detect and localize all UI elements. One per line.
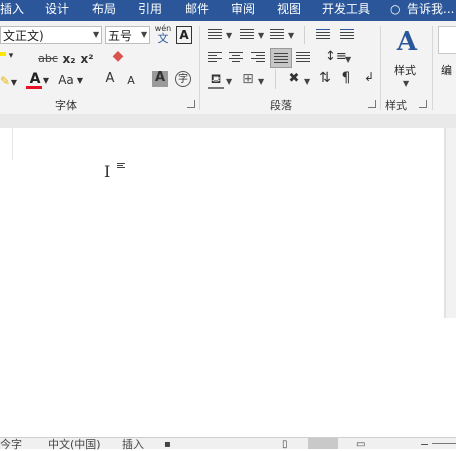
- read-mode-icon[interactable]: ▯: [282, 439, 288, 450]
- change-case-button[interactable]: Aa: [57, 73, 75, 87]
- enclose-character-button[interactable]: A: [176, 26, 192, 44]
- show-marks-icon[interactable]: ¶: [340, 71, 352, 85]
- group-separator: [199, 26, 200, 110]
- bullets-icon[interactable]: [208, 29, 222, 41]
- insert-mode-status[interactable]: 插入: [122, 439, 144, 450]
- chevron-down-icon[interactable]: ▼: [258, 31, 264, 40]
- numbering-icon[interactable]: [240, 29, 254, 41]
- text-cursor-icon: I: [104, 162, 111, 181]
- tab-design[interactable]: 设计: [45, 0, 69, 21]
- editing-button-label[interactable]: 编: [441, 62, 452, 78]
- group-separator: [432, 26, 433, 110]
- styles-icon[interactable]: A: [392, 26, 422, 60]
- tab-review[interactable]: 审阅: [231, 0, 255, 21]
- document-canvas[interactable]: [0, 128, 456, 438]
- distributed-icon[interactable]: [296, 52, 310, 64]
- font-color-bar: [26, 86, 42, 89]
- chevron-down-icon[interactable]: ▼: [345, 55, 351, 64]
- language-status[interactable]: 中文(中国): [48, 439, 101, 450]
- zoom-out-icon[interactable]: −: [420, 439, 429, 450]
- tab-view[interactable]: 视图: [277, 0, 301, 21]
- font-color-button[interactable]: A: [28, 72, 42, 86]
- chevron-down-icon[interactable]: ▼: [42, 74, 50, 88]
- zoom-slider[interactable]: [432, 443, 456, 444]
- enclose-char-button[interactable]: 字: [175, 71, 191, 87]
- ruler-gap: [0, 114, 456, 128]
- tab-references[interactable]: 引用: [138, 0, 162, 21]
- group-label-styles: 样式: [385, 99, 407, 112]
- justify-button[interactable]: [270, 48, 292, 68]
- chevron-down-icon[interactable]: ▼: [10, 76, 18, 90]
- subscript-button[interactable]: x₂: [62, 52, 76, 66]
- status-bar: 今字 中文(中国) 插入 ▪ ▯ ▭ −: [0, 437, 456, 450]
- line-spacing-icon[interactable]: ↕≡: [325, 50, 347, 64]
- chevron-down-icon[interactable]: ▼: [76, 74, 84, 88]
- phonetic-guide-button[interactable]: wén 文: [154, 24, 172, 45]
- shading-bucket-icon[interactable]: ⛾: [208, 73, 224, 87]
- align-right-icon[interactable]: [251, 52, 265, 64]
- chevron-down-icon[interactable]: ▼: [304, 77, 310, 86]
- chevron-down-icon[interactable]: ▼: [226, 31, 232, 40]
- tell-me-box[interactable]: 告诉我...: [407, 0, 454, 21]
- align-left-icon[interactable]: [208, 52, 222, 64]
- superscript-button[interactable]: x²: [80, 52, 94, 66]
- page-margin-mark: [12, 128, 13, 160]
- justify-icon: [274, 53, 288, 65]
- font-dialog-launcher[interactable]: [187, 100, 195, 108]
- increase-indent-icon[interactable]: [340, 29, 354, 41]
- chevron-down-icon[interactable]: ▼: [403, 79, 409, 88]
- lightbulb-icon: ○: [390, 2, 401, 16]
- decrease-indent-icon[interactable]: [316, 29, 330, 41]
- character-shading-button[interactable]: A: [152, 71, 168, 87]
- vertical-scroll-area[interactable]: [446, 128, 456, 318]
- multilevel-list-icon[interactable]: [270, 29, 284, 41]
- tab-layout[interactable]: 布局: [92, 0, 116, 21]
- group-label-font: 字体: [55, 99, 77, 112]
- styles-button-label[interactable]: 样式: [394, 62, 416, 78]
- paragraph-align-marker-icon: [117, 163, 125, 169]
- phonetic-label-bottom: 文: [157, 32, 169, 45]
- strikethrough-button[interactable]: abc: [35, 52, 61, 66]
- shrink-font-button[interactable]: A: [124, 74, 138, 88]
- tab-insert[interactable]: 插入: [0, 0, 24, 21]
- chevron-down-icon[interactable]: ▾: [6, 49, 16, 63]
- chevron-down-icon[interactable]: ▼: [93, 30, 99, 39]
- tab-developer[interactable]: 开发工具: [322, 0, 370, 21]
- word-count[interactable]: 今字: [0, 439, 22, 450]
- web-layout-icon[interactable]: ▭: [356, 439, 365, 450]
- group-separator: [380, 26, 381, 110]
- print-layout-button[interactable]: [308, 438, 338, 449]
- font-name-box[interactable]: 文正文): [0, 26, 102, 44]
- menu-bar: 插入 设计 布局 引用 邮件 审阅 视图 开发工具 ○ 告诉我...: [0, 0, 456, 21]
- eraser-icon[interactable]: ◆: [110, 49, 126, 63]
- find-icon[interactable]: [438, 26, 456, 54]
- align-center-icon[interactable]: [229, 52, 243, 64]
- highlight-pen-icon[interactable]: ✎: [0, 74, 10, 88]
- chevron-down-icon[interactable]: ▼: [226, 77, 232, 86]
- enter-arrow-icon: ↲: [363, 70, 375, 84]
- macro-record-icon[interactable]: ▪: [164, 439, 171, 450]
- group-label-paragraph: 段落: [270, 99, 292, 112]
- paragraph-dialog-launcher[interactable]: [368, 100, 376, 108]
- chinese-layout-icon[interactable]: ✖: [285, 72, 303, 86]
- grow-font-button[interactable]: A: [103, 72, 117, 86]
- chevron-down-icon[interactable]: ▼: [141, 30, 147, 39]
- borders-icon[interactable]: ⊞: [240, 72, 256, 86]
- tab-mailings[interactable]: 邮件: [185, 0, 209, 21]
- chevron-down-icon[interactable]: ▼: [258, 77, 264, 86]
- chevron-down-icon[interactable]: ▼: [288, 31, 294, 40]
- styles-dialog-launcher[interactable]: [419, 100, 427, 108]
- sort-icon[interactable]: ⇅: [318, 71, 332, 85]
